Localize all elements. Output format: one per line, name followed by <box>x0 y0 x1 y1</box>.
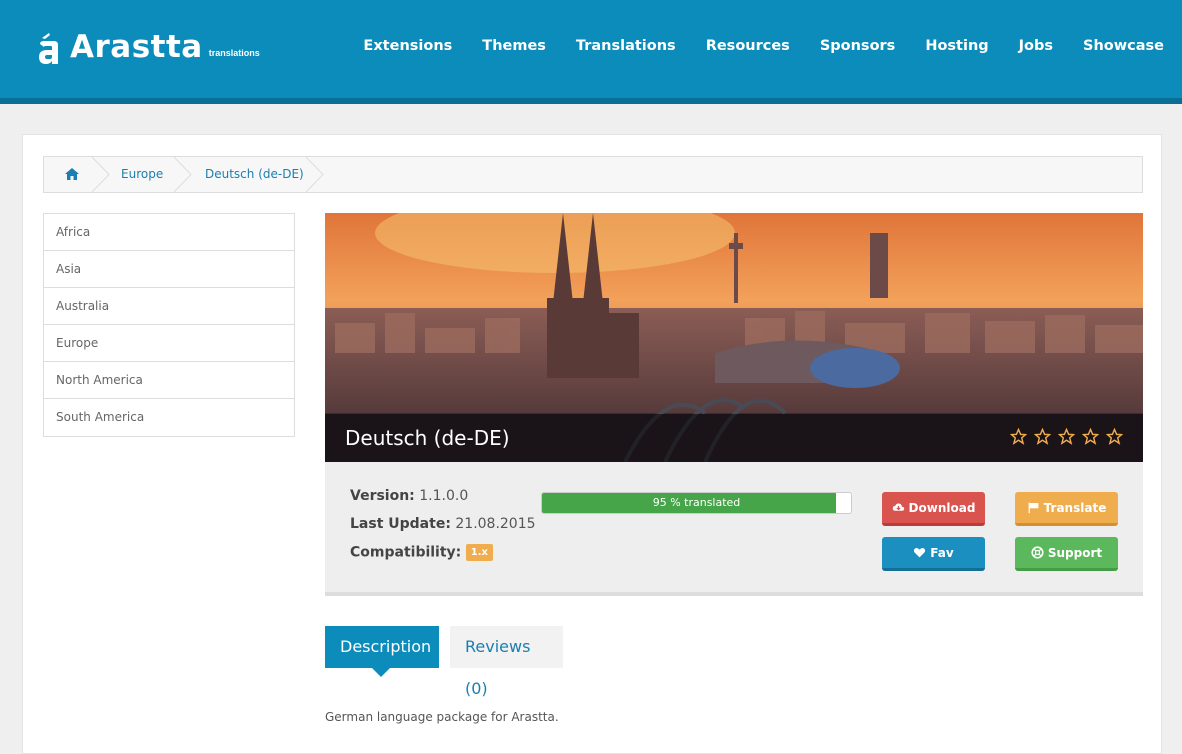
sidebar-item-australia[interactable]: Australia <box>44 288 294 325</box>
description-text: German language package for Arastta. <box>325 710 559 724</box>
star-icon[interactable] <box>1010 428 1027 445</box>
breadcrumb-europe[interactable]: Europe <box>121 157 163 192</box>
logo-text: Arastta <box>70 29 203 65</box>
package-info: Version: 1.1.0.0 Last Update: 21.08.2015… <box>325 462 1143 596</box>
star-icon[interactable] <box>1106 428 1123 445</box>
translate-label: Translate <box>1043 500 1107 515</box>
compatibility-badge: 1.x <box>465 544 493 561</box>
logo-subtitle: translations <box>208 48 260 58</box>
region-sidebar: Africa Asia Australia Europe North Ameri… <box>43 213 295 437</box>
star-icon[interactable] <box>1034 428 1051 445</box>
nav-sponsors[interactable]: Sponsors <box>820 38 895 54</box>
home-icon[interactable] <box>64 166 80 182</box>
tab-description[interactable]: Description <box>325 626 439 677</box>
breadcrumb-current[interactable]: Deutsch (de-DE) <box>205 157 304 192</box>
sidebar-item-africa[interactable]: Africa <box>44 214 294 251</box>
breadcrumb: Europe Deutsch (de-DE) <box>43 156 1143 193</box>
breadcrumb-separator <box>306 157 324 192</box>
compatibility-label: Compatibility: <box>350 544 462 561</box>
hero-caption: Deutsch (de-DE) <box>325 414 1143 462</box>
version-row: Version: 1.1.0.0 <box>350 488 468 504</box>
download-button[interactable]: Download <box>882 492 985 526</box>
nav-jobs[interactable]: Jobs <box>1019 38 1053 54</box>
nav-hosting[interactable]: Hosting <box>925 38 988 54</box>
logo-icon <box>39 33 58 64</box>
sidebar-item-asia[interactable]: Asia <box>44 251 294 288</box>
main-nav: Extensions Themes Translations Resources… <box>333 38 1164 54</box>
version-value: 1.1.0.0 <box>419 488 469 504</box>
nav-themes[interactable]: Themes <box>482 38 546 54</box>
compatibility-row: Compatibility: 1.x <box>350 544 493 561</box>
support-button[interactable]: Support <box>1015 537 1118 571</box>
rating-stars[interactable] <box>1003 428 1123 445</box>
fav-label: Fav <box>930 545 954 560</box>
top-header: Arastta translations Extensions Themes T… <box>0 0 1182 104</box>
language-title: Deutsch (de-DE) <box>345 426 510 450</box>
last-update-label: Last Update: <box>350 516 451 532</box>
translation-progress: 95 % translated <box>541 492 852 514</box>
support-label: Support <box>1047 545 1103 560</box>
site-logo[interactable]: Arastta translations <box>36 28 260 66</box>
cloud-download-icon <box>892 503 904 511</box>
breadcrumb-separator <box>174 157 192 192</box>
nav-translations[interactable]: Translations <box>576 38 676 54</box>
heart-icon <box>914 548 926 558</box>
flag-icon <box>1028 502 1039 514</box>
sidebar-item-europe[interactable]: Europe <box>44 325 294 362</box>
last-update-value: 21.08.2015 <box>455 516 536 532</box>
star-icon[interactable] <box>1082 428 1099 445</box>
nav-resources[interactable]: Resources <box>706 38 790 54</box>
tab-reviews[interactable]: Reviews (0) <box>450 626 563 698</box>
sidebar-item-south-america[interactable]: South America <box>44 399 294 436</box>
star-icon[interactable] <box>1058 428 1075 445</box>
translate-button[interactable]: Translate <box>1015 492 1118 526</box>
nav-extensions[interactable]: Extensions <box>363 38 452 54</box>
version-label: Version: <box>350 488 415 504</box>
progress-text: 95 % translated <box>652 496 741 509</box>
last-update-row: Last Update: 21.08.2015 <box>350 516 536 532</box>
lifebuoy-icon <box>1031 546 1044 559</box>
hero-banner: Deutsch (de-DE) <box>325 213 1143 462</box>
content-panel: Europe Deutsch (de-DE) Africa Asia Austr… <box>22 134 1162 754</box>
sidebar-item-north-america[interactable]: North America <box>44 362 294 399</box>
download-label: Download <box>908 500 976 515</box>
breadcrumb-separator <box>92 157 110 192</box>
fav-button[interactable]: Fav <box>882 537 985 571</box>
nav-showcase[interactable]: Showcase <box>1083 38 1164 54</box>
